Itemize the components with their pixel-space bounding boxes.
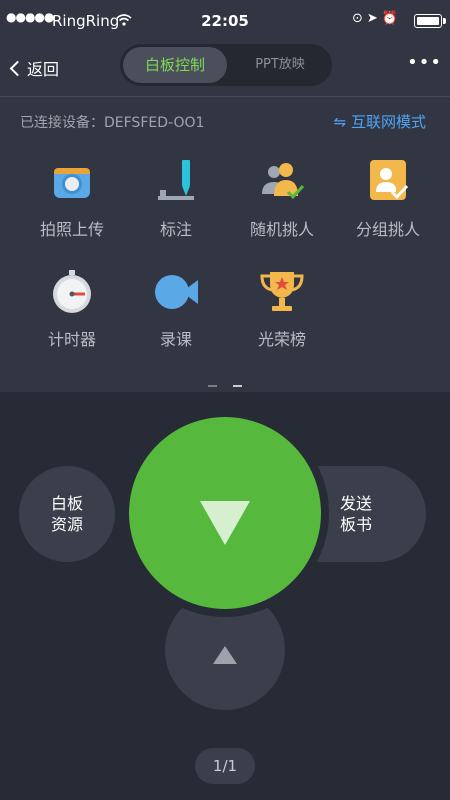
status-bar: ●●●●● RingRing 22:05 ⊙➤⏰ (0, 0, 450, 40)
tool-label: 标注 (159, 220, 192, 239)
whiteboard-resources-button[interactable]: 白板 资源 (19, 466, 115, 562)
more-options-icon[interactable]: ••• (407, 52, 442, 73)
tool-label: 分组挑人 (355, 220, 420, 239)
internet-mode-toggle[interactable]: ⇋ 互联网模式 (334, 111, 426, 132)
scroll-down-button[interactable] (129, 417, 321, 609)
tool-label: 随机挑人 (249, 220, 314, 239)
status-icons: ⊙➤⏰ (352, 11, 402, 26)
send-board-line1: 发送 (340, 494, 373, 513)
mode-label: 互联网模式 (350, 113, 426, 131)
tool-label: 录课 (159, 330, 192, 349)
marker-icon (152, 158, 200, 206)
mode-segmented-control: 白板控制 PPT放映 (120, 44, 332, 86)
tool-photo-upload[interactable]: 拍照上传 (24, 158, 120, 240)
board-res-line1: 白板 (50, 494, 83, 513)
tool-random-pick[interactable]: 随机挑人 (234, 158, 330, 240)
alarm-icon: ⏰ (381, 11, 402, 26)
trophy-icon (258, 268, 306, 316)
tool-label: 计时器 (47, 330, 96, 349)
tool-honor-roll[interactable]: 光荣榜 (234, 268, 330, 350)
tool-label: 拍照上传 (39, 220, 104, 239)
camera-icon (48, 158, 96, 206)
video-record-icon (152, 268, 200, 316)
tab-whiteboard-control[interactable]: 白板控制 (123, 47, 227, 83)
back-label: 返回 (27, 60, 60, 79)
location-icon: ➤ (366, 11, 382, 26)
tool-annotate[interactable]: 标注 (128, 158, 224, 240)
orientation-lock-icon: ⊙ (352, 11, 367, 26)
switch-arrows-icon: ⇋ (333, 113, 347, 131)
triangle-down-icon (200, 501, 250, 545)
group-pick-icon (364, 158, 412, 206)
connected-device-label: 已连接设备：DEFSFED-OO1 (20, 115, 205, 131)
send-board-line2: 板书 (340, 515, 373, 534)
tab-ppt-playback[interactable]: PPT放映 (230, 47, 330, 83)
tool-timer[interactable]: 计时器 (24, 268, 120, 350)
timer-icon (48, 268, 96, 316)
battery-icon (414, 14, 446, 28)
tool-record-lesson[interactable]: 录课 (128, 268, 224, 350)
back-button[interactable]: 返回 (9, 56, 60, 80)
random-pick-icon (258, 158, 306, 206)
page-dots (0, 372, 450, 391)
page-dot (208, 385, 217, 387)
tool-label: 光荣榜 (257, 330, 306, 349)
tool-group-pick[interactable]: 分组挑人 (340, 158, 436, 240)
board-res-line2: 资源 (50, 515, 83, 534)
chevron-left-icon (9, 60, 26, 77)
page-indicator: 1/1 (195, 748, 255, 784)
navigation-bar: 返回 白板控制 PPT放映 ••• (0, 40, 450, 97)
page-dot-active (233, 385, 242, 387)
